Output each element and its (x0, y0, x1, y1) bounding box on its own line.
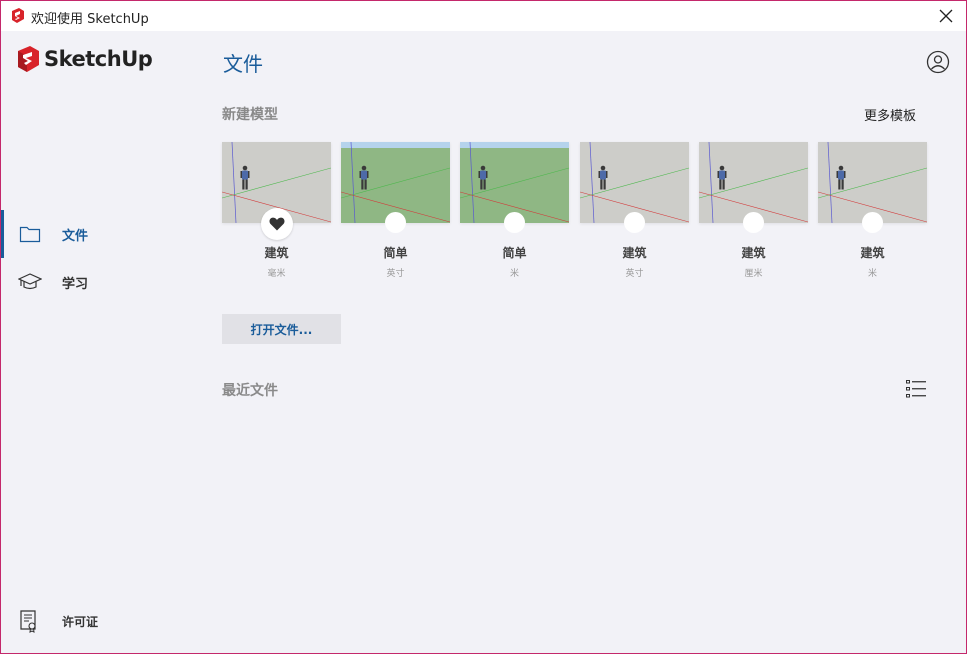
template-card[interactable]: 建筑 米 (818, 142, 927, 282)
template-name: 建筑 (622, 246, 647, 260)
favorite-badge[interactable] (743, 212, 764, 233)
template-unit: 厘米 (744, 269, 763, 279)
sidebar-item-learn[interactable]: 学习 (1, 258, 201, 306)
sketchup-logo: SketchUp (16, 46, 153, 72)
sidebar: SketchUp 文件 学习 许可证 (1, 31, 201, 653)
main-content: 文件 新建模型 更多模板 建筑 毫米 简单 英寸 简单 米 建筑 英寸 建筑 厘… (221, 31, 966, 653)
favorite-badge[interactable] (385, 212, 406, 233)
template-thumbnail (341, 142, 450, 223)
recent-files-heading: 最近文件 (222, 383, 278, 399)
template-thumbnail (818, 142, 927, 223)
sidebar-item-license[interactable]: 许可证 (1, 603, 201, 639)
sketchup-app-icon (12, 8, 24, 23)
template-thumbnail (580, 142, 689, 223)
title-bar: 欢迎使用 SketchUp (1, 1, 966, 31)
logo-text: SketchUp (44, 47, 153, 71)
template-card[interactable]: 建筑 厘米 (699, 142, 808, 282)
close-button[interactable] (934, 4, 958, 28)
template-unit: 英寸 (386, 269, 405, 279)
close-icon (939, 9, 953, 23)
window-title: 欢迎使用 SketchUp (31, 12, 149, 27)
sidebar-item-label: 文件 (62, 228, 89, 244)
template-unit: 米 (867, 269, 877, 279)
template-name: 简单 (502, 246, 527, 260)
template-card[interactable]: 建筑 毫米 (222, 142, 331, 282)
sidebar-item-files[interactable]: 文件 (1, 210, 201, 258)
template-card[interactable]: 建筑 英寸 (580, 142, 689, 282)
template-thumbnail (699, 142, 808, 223)
page-title: 文件 (223, 52, 263, 76)
template-card[interactable]: 简单 米 (460, 142, 569, 282)
sidebar-item-label: 学习 (62, 276, 89, 292)
template-unit: 毫米 (267, 269, 286, 279)
folder-icon (19, 226, 41, 243)
template-card[interactable]: 简单 英寸 (341, 142, 450, 282)
user-account-icon[interactable] (926, 50, 950, 74)
sketchup-logo-icon (18, 46, 39, 72)
more-templates-link[interactable]: 更多模板 (864, 105, 916, 124)
app-window: 欢迎使用 SketchUp SketchUp 文件 学习 许可证 文件 新建模型… (0, 0, 967, 654)
template-name: 建筑 (860, 246, 885, 260)
open-file-button[interactable]: 打开文件... (222, 314, 341, 344)
template-unit: 英寸 (625, 269, 644, 279)
template-thumbnail (460, 142, 569, 223)
favorite-badge[interactable] (261, 208, 293, 240)
favorite-badge[interactable] (862, 212, 883, 233)
template-name: 建筑 (264, 246, 289, 260)
favorite-badge[interactable] (504, 212, 525, 233)
template-unit: 米 (509, 269, 519, 279)
list-view-icon[interactable] (906, 379, 926, 399)
template-list: 建筑 毫米 简单 英寸 简单 米 建筑 英寸 建筑 厘米 建筑 米 (222, 142, 942, 282)
new-model-heading: 新建模型 (222, 107, 278, 123)
favorite-badge[interactable] (624, 212, 645, 233)
template-name: 简单 (383, 246, 408, 260)
license-label: 许可证 (62, 614, 99, 629)
graduation-cap-icon (18, 273, 42, 290)
template-name: 建筑 (741, 246, 766, 260)
heart-icon (269, 217, 285, 231)
license-certificate-icon (20, 610, 36, 633)
